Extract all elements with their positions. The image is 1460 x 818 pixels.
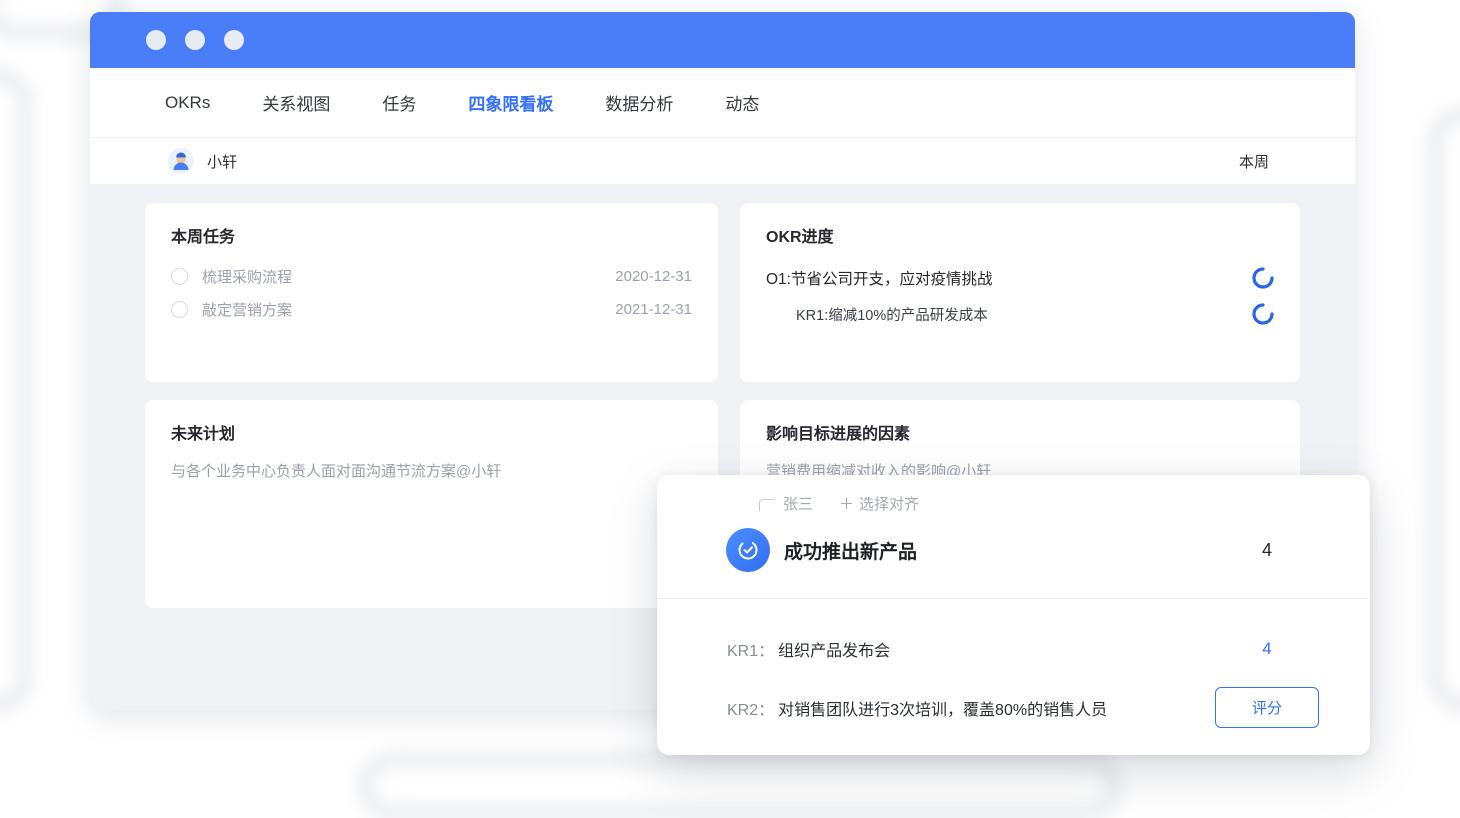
select-align-label: 选择对齐 <box>859 496 920 513</box>
kr-text: 组织产品发布会 <box>778 642 891 660</box>
key-result-text: KR1:缩减10%的产品研发成本 <box>796 307 988 324</box>
future-plan-text: 与各个业务中心负责人面对面沟通节流方案@小轩 <box>171 463 502 480</box>
key-result-row: KR2： 对销售团队进行3次培训，覆盖80%的销售人员 评分 <box>657 678 1370 737</box>
tab-tasks[interactable]: 任务 <box>382 90 416 115</box>
kr-score-value[interactable]: 4 <box>1262 639 1271 658</box>
progress-spinner-icon <box>1252 303 1274 325</box>
card-future-plans: 未来计划 与各个业务中心负责人面对面沟通节流方案@小轩 <box>145 400 718 608</box>
background-decoration <box>1430 110 1460 710</box>
window-titlebar <box>90 12 1355 68</box>
objective-detail-card: 张三 ＋ 选择对齐 成功推出新产品 4 KR1： 组织产品发布会 4 KR2： … <box>657 475 1370 755</box>
period-selector[interactable]: 本周 <box>1239 151 1269 172</box>
task-label: 敲定营销方案 <box>202 302 293 319</box>
window-control-icon[interactable] <box>146 30 166 50</box>
score-button[interactable]: 评分 <box>1215 687 1319 728</box>
tab-activity[interactable]: 动态 <box>725 90 759 115</box>
objective-row: 成功推出新产品 4 <box>657 514 1370 572</box>
objective-text: O1:节省公司开支，应对疫情挑战 <box>766 271 993 288</box>
align-connector-line <box>759 499 775 511</box>
kr-index-label: KR2： <box>727 701 775 719</box>
card-title: OKR进度 <box>766 229 834 246</box>
user-bar: 小轩 本周 <box>90 137 1355 184</box>
objective-title: 成功推出新产品 <box>784 541 918 563</box>
kr-index-label: KR1： <box>727 642 775 660</box>
progress-spinner-icon <box>1252 267 1274 289</box>
nav-tabs: OKRs 关系视图 任务 四象限看板 数据分析 动态 <box>90 68 1355 137</box>
tab-okrs[interactable]: OKRs <box>165 93 210 113</box>
select-align-action[interactable]: ＋ 选择对齐 <box>839 493 919 514</box>
aligned-owner-tag[interactable]: 张三 <box>783 493 813 514</box>
key-result-row[interactable]: KR1:缩减10%的产品研发成本 <box>766 303 1274 325</box>
plus-icon: ＋ <box>839 496 855 513</box>
key-result-row: KR1： 组织产品发布会 4 <box>657 619 1370 678</box>
tab-relation-view[interactable]: 关系视图 <box>262 90 330 115</box>
task-label: 梳理采购流程 <box>202 269 293 286</box>
task-checkbox[interactable] <box>171 301 188 318</box>
background-decoration <box>360 754 1120 818</box>
task-row[interactable]: 梳理采购流程 2020-12-31 <box>171 266 692 287</box>
window-control-icon[interactable] <box>185 30 205 50</box>
objective-score: 4 <box>1261 539 1272 560</box>
tab-quadrant-board[interactable]: 四象限看板 <box>468 90 553 115</box>
card-title: 影响目标进展的因素 <box>766 426 911 443</box>
card-week-tasks: 本周任务 梳理采购流程 2020-12-31 敲定营销方案 2021-12-31 <box>145 203 718 382</box>
card-title: 未来计划 <box>171 426 236 443</box>
task-due-date: 2021-12-31 <box>615 301 692 318</box>
task-due-date: 2020-12-31 <box>615 268 692 285</box>
task-row[interactable]: 敲定营销方案 2021-12-31 <box>171 299 692 320</box>
window-control-icon[interactable] <box>224 30 244 50</box>
task-checkbox[interactable] <box>171 268 188 285</box>
kr-text: 对销售团队进行3次培训，覆盖80%的销售人员 <box>778 701 1108 719</box>
objective-target-icon <box>726 528 770 572</box>
objective-row[interactable]: O1:节省公司开支，应对疫情挑战 <box>766 267 1274 289</box>
card-okr-progress: OKR进度 O1:节省公司开支，应对疫情挑战 KR1:缩减10%的产品研发成本 <box>740 203 1300 382</box>
user-avatar[interactable] <box>168 148 194 174</box>
user-name: 小轩 <box>207 153 238 171</box>
background-decoration <box>0 70 30 710</box>
divider <box>657 598 1370 599</box>
card-title: 本周任务 <box>171 229 236 246</box>
tab-data-analysis[interactable]: 数据分析 <box>605 90 673 115</box>
